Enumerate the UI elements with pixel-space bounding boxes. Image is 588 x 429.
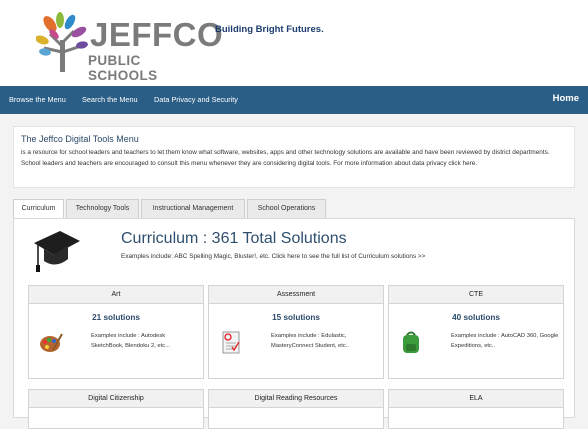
tab-school-operations[interactable]: School Operations <box>247 199 326 218</box>
graduation-cap-icon <box>34 231 80 272</box>
logo-subtitle: PUBLIC SCHOOLS <box>88 53 158 83</box>
tab-curriculum[interactable]: Curriculum <box>13 199 64 219</box>
test-paper-icon <box>222 331 240 354</box>
card-title: ELA <box>389 390 563 408</box>
card-title: Digital Citizenship <box>29 390 203 408</box>
main-nav: Browse the Menu Search the Menu Data Pri… <box>0 86 588 114</box>
tree-logo-icon <box>36 12 88 72</box>
intro-box: The Jeffco Digital Tools Menu is a resou… <box>13 126 575 188</box>
nav-home-link[interactable]: Home <box>553 93 579 104</box>
palette-icon <box>40 333 63 352</box>
tab-technology-tools[interactable]: Technology Tools <box>66 199 139 218</box>
logo-wordmark: JEFFCO <box>90 16 224 53</box>
card-examples: Examples include : Edulastic, MasteryCon… <box>271 333 349 349</box>
card-assessment[interactable]: Assessment 15 solutions Examples include… <box>208 285 384 379</box>
card-count[interactable]: 21 solutions <box>29 313 203 322</box>
card-count[interactable]: 15 solutions <box>209 313 383 322</box>
card-digital-reading-resources[interactable]: Digital Reading Resources <box>208 389 384 429</box>
nav-browse-menu[interactable]: Browse the Menu <box>9 95 66 104</box>
category-tabs: Curriculum Technology Tools Instructiona… <box>13 199 575 219</box>
intro-title: The Jeffco Digital Tools Menu <box>21 134 139 144</box>
tab-instructional-management[interactable]: Instructional Management <box>141 199 245 218</box>
card-title: CTE <box>389 286 563 304</box>
card-title: Assessment <box>209 286 383 304</box>
card-digital-citizenship[interactable]: Digital Citizenship <box>28 389 204 429</box>
curriculum-panel: Curriculum : 361 Total Solutions Example… <box>13 218 575 429</box>
site-header: JEFFCO PUBLIC SCHOOLS Building Bright Fu… <box>0 0 588 86</box>
card-title: Art <box>29 286 203 304</box>
nav-data-privacy[interactable]: Data Privacy and Security <box>154 95 238 104</box>
category-title: Curriculum : 361 Total Solutions <box>121 230 347 247</box>
card-art[interactable]: Art 21 solutions Examples include : Auto… <box>28 285 204 379</box>
card-cte[interactable]: CTE 40 solutions Examples include : Auto… <box>388 285 564 379</box>
jeffco-logo[interactable]: JEFFCO PUBLIC SCHOOLS <box>36 12 223 83</box>
backpack-icon <box>403 331 419 353</box>
card-count[interactable]: 40 solutions <box>389 313 563 322</box>
card-examples: Examples include : Autodesk SketchBook, … <box>91 333 170 349</box>
tagline: Building Bright Futures. <box>215 24 324 35</box>
card-title: Digital Reading Resources <box>209 390 383 408</box>
category-description-link[interactable]: Examples include: ABC Spelling Magic, Bl… <box>121 252 461 262</box>
intro-text: is a resource for school leaders and tea… <box>21 149 550 167</box>
nav-search-menu[interactable]: Search the Menu <box>82 95 138 104</box>
card-examples: Examples include : AutoCAD 360, Google E… <box>451 333 559 349</box>
card-ela[interactable]: ELA <box>388 389 564 429</box>
